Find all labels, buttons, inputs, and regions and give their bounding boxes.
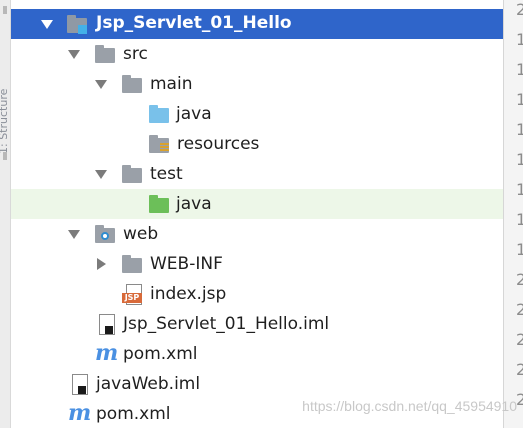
iml-file-icon bbox=[95, 313, 117, 335]
tree-row-web-inf[interactable]: WEB-INF bbox=[11, 249, 503, 279]
tree-item-label: test bbox=[150, 164, 183, 184]
line-number: 1 bbox=[516, 180, 523, 199]
line-number: 2 bbox=[516, 330, 523, 349]
tree-row-index-jsp[interactable]: JSP index.jsp bbox=[11, 279, 503, 309]
line-number: 1 bbox=[516, 240, 523, 259]
tree-item-label: java bbox=[176, 194, 212, 214]
tree-row-test-java[interactable]: java bbox=[11, 189, 503, 219]
tree-item-label: resources bbox=[177, 134, 260, 154]
line-number: 2 bbox=[516, 360, 523, 379]
collapse-arrow-icon[interactable] bbox=[97, 258, 106, 270]
tree-item-label: Jsp_Servlet_01_Hello bbox=[96, 13, 292, 33]
tree-item-label: java bbox=[176, 104, 212, 124]
tree-item-label: web bbox=[123, 224, 159, 244]
line-number: 2 bbox=[516, 0, 523, 19]
line-number: 1 bbox=[516, 120, 523, 139]
iml-file-icon bbox=[68, 373, 90, 395]
tree-row-resources[interactable]: resources bbox=[11, 129, 503, 159]
folder-icon bbox=[122, 254, 144, 276]
folder-icon bbox=[95, 44, 117, 66]
line-number: 2 bbox=[516, 300, 523, 319]
tree-row-partial[interactable]: index bbox=[11, 0, 503, 4]
tree-row-main-java[interactable]: java bbox=[11, 99, 503, 129]
module-folder-icon bbox=[67, 14, 89, 36]
structure-tool-window-label[interactable]: 1: Structure bbox=[0, 34, 9, 154]
tree-item-label: pom.xml bbox=[123, 344, 198, 364]
tree-row-root-iml[interactable]: javaWeb.iml bbox=[11, 369, 503, 399]
tree-item-label: WEB-INF bbox=[150, 254, 223, 274]
watermark-text: https://blog.csdn.net/qq_45954910 bbox=[302, 398, 517, 414]
strip-marker bbox=[3, 6, 7, 14]
tree-item-label: main bbox=[150, 74, 193, 94]
editor-line-gutter: 1 1 1 1 1 1 1 1 2 2 2 2 2 2 bbox=[503, 0, 523, 428]
expand-arrow-icon[interactable] bbox=[68, 230, 80, 239]
line-number: 1 bbox=[516, 30, 523, 49]
tree-item-label: src bbox=[123, 44, 148, 64]
structure-tool-window-strip[interactable]: 1: Structure bbox=[0, 0, 11, 428]
folder-icon bbox=[122, 164, 144, 186]
maven-icon: m bbox=[95, 340, 119, 366]
source-folder-icon bbox=[149, 104, 171, 126]
web-folder-icon bbox=[95, 224, 117, 246]
jsp-file-icon: JSP bbox=[122, 283, 144, 305]
expand-arrow-icon[interactable] bbox=[95, 170, 107, 179]
line-number: 2 bbox=[516, 270, 523, 289]
partial-row-label: index bbox=[95, 0, 142, 4]
tree-item-label: index.jsp bbox=[150, 284, 227, 304]
tree-row-test[interactable]: test bbox=[11, 159, 503, 189]
tree-item-label: pom.xml bbox=[96, 404, 171, 424]
tree-item-label: javaWeb.iml bbox=[96, 374, 201, 394]
line-number: 1 bbox=[516, 150, 523, 169]
expand-arrow-icon[interactable] bbox=[68, 50, 80, 59]
tree-row-module[interactable]: Jsp_Servlet_01_Hello bbox=[11, 9, 503, 39]
project-tree[interactable]: index Jsp_Servlet_01_Hello src main java bbox=[11, 0, 503, 428]
tree-row-src[interactable]: src bbox=[11, 39, 503, 69]
strip-marker bbox=[3, 152, 7, 160]
maven-icon: m bbox=[68, 400, 92, 426]
expand-arrow-icon[interactable] bbox=[41, 20, 53, 29]
test-source-folder-icon bbox=[149, 194, 171, 216]
resources-folder-icon bbox=[149, 134, 171, 156]
folder-icon bbox=[122, 74, 144, 96]
tree-row-main[interactable]: main bbox=[11, 69, 503, 99]
line-number: 1 bbox=[516, 210, 523, 229]
line-number: 1 bbox=[516, 90, 523, 109]
tree-row-module-pom[interactable]: m pom.xml bbox=[11, 339, 503, 369]
tree-item-label: Jsp_Servlet_01_Hello.iml bbox=[123, 314, 330, 334]
tree-row-web[interactable]: web bbox=[11, 219, 503, 249]
line-number: 1 bbox=[516, 60, 523, 79]
tree-row-module-iml[interactable]: Jsp_Servlet_01_Hello.iml bbox=[11, 309, 503, 339]
expand-arrow-icon[interactable] bbox=[95, 80, 107, 89]
line-number: 2 bbox=[516, 390, 523, 409]
